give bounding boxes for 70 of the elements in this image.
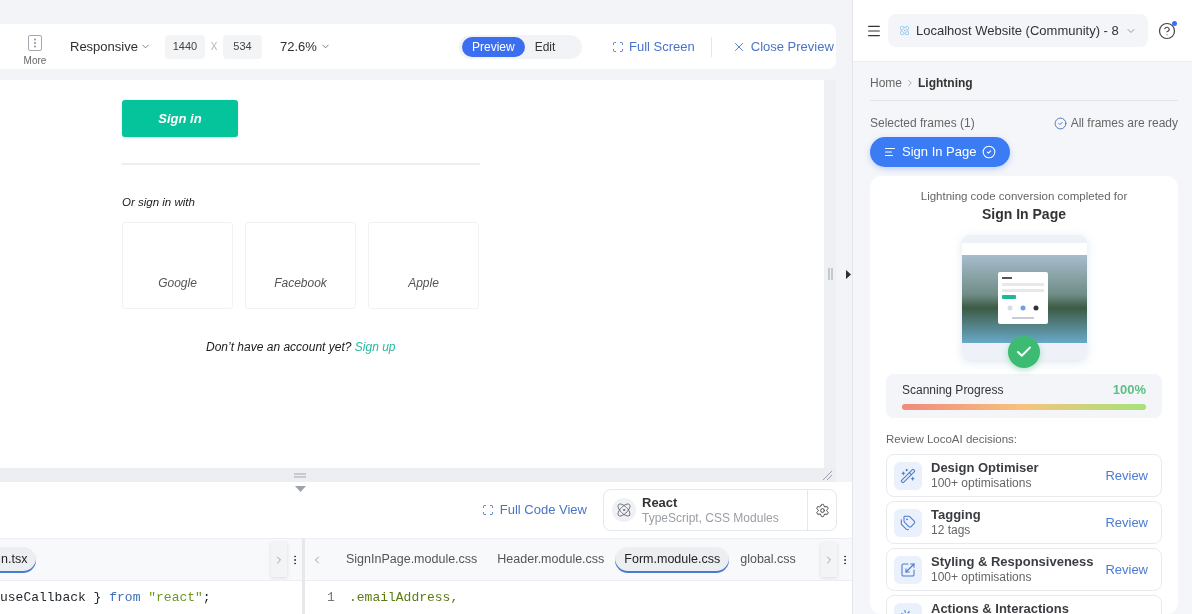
file-tab[interactable]: Header.module.css	[488, 546, 614, 573]
progress-label: Scanning Progress	[902, 382, 1004, 399]
selected-frames-label: Selected frames (1)	[870, 115, 975, 132]
chevron-right-icon	[905, 78, 915, 88]
decision-card[interactable]: Actions & Interactions	[886, 595, 1162, 614]
tag-icon	[894, 508, 922, 537]
file-tab[interactable]: SignInPage.module.css	[337, 546, 487, 573]
social-sign-in-button[interactable]: Apple	[368, 222, 479, 309]
breadcrumb-link[interactable]: Home	[870, 74, 902, 92]
height-field[interactable]: 534	[223, 34, 262, 59]
caret-down-icon[interactable]	[295, 486, 306, 492]
full-screen-button[interactable]: Full Screen	[612, 36, 695, 57]
mode-tab[interactable]: Preview	[462, 36, 525, 57]
full-code-view-button[interactable]: Full Code View	[481, 500, 587, 520]
grip-icon	[827, 268, 833, 280]
atom-icon	[612, 498, 636, 522]
file-tab[interactable]: global.css	[731, 546, 805, 573]
help-button[interactable]	[1158, 21, 1176, 40]
settings-icon	[814, 502, 830, 518]
decision-subtitle: 12 tags	[931, 523, 972, 538]
code-line: useCallback } from "react";	[0, 589, 211, 607]
decision-title: Styling & Responsiveness	[931, 554, 1094, 570]
decision-card[interactable]: Tagging 12 tags Review	[886, 501, 1162, 544]
atom-icon	[899, 25, 910, 36]
file-tab[interactable]: Form.module.css	[615, 546, 730, 573]
conversion-caption: Lightning code conversion completed for	[919, 189, 1129, 203]
resize-icon	[894, 555, 922, 584]
framework-name: React	[642, 494, 679, 511]
decision-title: Design Optimiser	[931, 460, 1039, 476]
device-dropdown[interactable]: Responsive	[70, 36, 152, 57]
decision-card[interactable]: Design Optimiser 100+ optimisations Review	[886, 454, 1162, 497]
form-card-drawing	[997, 272, 1048, 324]
fullscreen-icon	[481, 504, 494, 516]
more-icon	[27, 33, 43, 52]
social-sign-in-button[interactable]: Google	[122, 222, 233, 309]
decision-title: Actions & Interactions	[931, 601, 1069, 614]
decisions-heading: Review LocoAI decisions:	[886, 432, 1019, 446]
help-icon	[1158, 21, 1176, 40]
review-link[interactable]: Review	[1105, 465, 1148, 486]
mode-tab[interactable]: Edit	[524, 36, 566, 57]
zoom-dropdown[interactable]: 72.6%	[280, 36, 336, 57]
width-field[interactable]: 1440	[165, 34, 205, 59]
resize-corner-icon[interactable]	[823, 470, 832, 480]
check-circle-icon	[1053, 116, 1067, 130]
social-sign-in-button[interactable]: Facebook	[245, 222, 356, 309]
review-link[interactable]: Review	[1105, 559, 1148, 580]
grip-icon	[294, 472, 306, 478]
line-number: 1	[327, 589, 336, 607]
wand-icon	[894, 461, 922, 490]
progress-reading: 100%	[1112, 381, 1146, 400]
check-badge-icon	[1008, 336, 1040, 368]
file-tab[interactable]: n.tsx	[0, 546, 37, 573]
decision-title: Tagging	[931, 507, 981, 523]
decision-subtitle: 100+ optimisations	[931, 570, 1033, 585]
list-icon	[884, 146, 896, 158]
breadcrumb-link[interactable]: Lightning	[918, 74, 973, 92]
framework-details: TypeScript, CSS Modules	[642, 510, 779, 526]
frames-status: All frames are ready	[1070, 115, 1178, 132]
dimension-separator: X	[210, 40, 218, 54]
conversion-title: Sign In Page	[981, 205, 1067, 223]
more-button[interactable]: More	[23, 33, 47, 66]
alternative-sign-in-label: Or sign in with	[122, 196, 195, 209]
review-link[interactable]: Review	[1105, 512, 1148, 533]
close-preview-button[interactable]: Close Preview	[731, 36, 834, 57]
code-line: .emailAddress,	[349, 589, 459, 607]
decision-subtitle: 100+ optimisations	[931, 476, 1033, 491]
fullscreen-icon	[612, 40, 624, 53]
frame-chip[interactable]: Sign In Page	[870, 137, 1011, 167]
sign-up-prompt: Don’t have an account yet? Sign up	[206, 340, 396, 354]
project-dropdown[interactable]: Localhost Website (Community) - 8	[888, 14, 1148, 47]
